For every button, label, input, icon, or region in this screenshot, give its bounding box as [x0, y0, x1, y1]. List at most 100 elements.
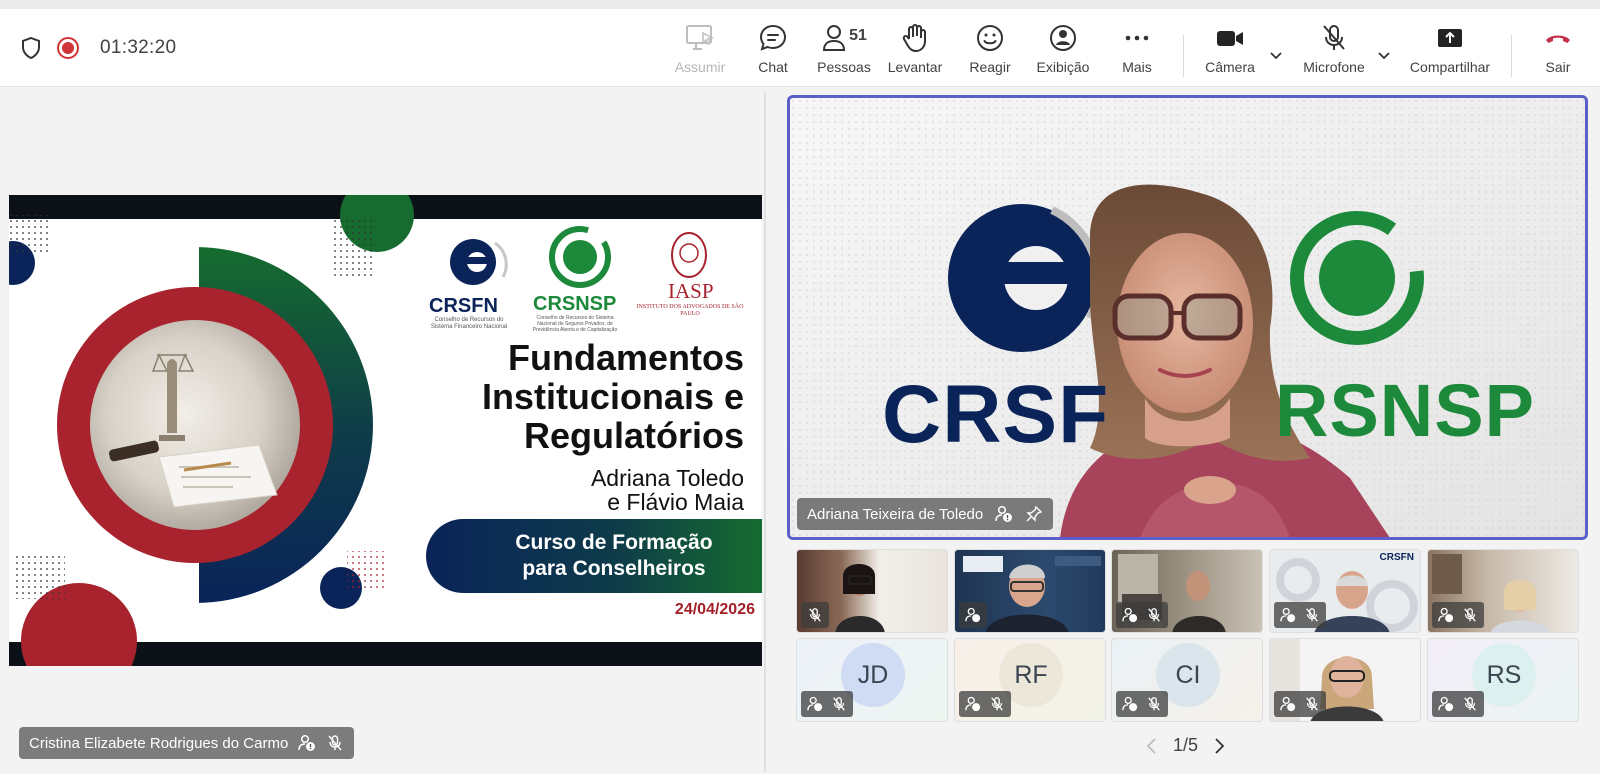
course-line: para Conselheiros	[522, 557, 706, 580]
toolbar-divider	[1511, 35, 1512, 77]
mic-off-icon	[833, 697, 845, 711]
microfone-button[interactable]: Microfone	[1299, 23, 1369, 85]
pessoas-label: Pessoas	[817, 59, 871, 75]
participant-avatar-tile[interactable]: JD	[796, 638, 948, 722]
video-camera-icon	[1217, 31, 1243, 46]
phone-hangup-icon	[1546, 35, 1570, 43]
person-info-icon	[298, 734, 316, 751]
toolbar-divider	[1183, 35, 1184, 77]
shield-icon[interactable]	[20, 36, 42, 60]
recording-icon	[57, 37, 79, 59]
participant-video-tile[interactable]	[1427, 549, 1579, 633]
share-screen-icon	[1438, 29, 1462, 47]
tile-status-badge	[1274, 602, 1326, 628]
person-help-icon	[1122, 696, 1138, 712]
tile-status-badge	[959, 691, 1011, 717]
slide-date: 24/04/2026	[674, 601, 755, 618]
person-info-icon	[1438, 696, 1454, 712]
person-info-icon	[1122, 607, 1138, 623]
participant-avatar-tile[interactable]: CI	[1111, 638, 1263, 722]
reagir-label: Reagir	[969, 59, 1011, 75]
camera-label: Câmera	[1205, 59, 1255, 75]
speaker-name-tag: Adriana Teixeira de Toledo	[797, 498, 1054, 530]
mic-off-icon	[1306, 608, 1318, 622]
participant-video-tile[interactable]: CRSFN	[1269, 549, 1421, 633]
slide-title-line: Institucionais e	[481, 376, 744, 417]
course-line: Curso de Formação	[515, 531, 713, 554]
crsfn-logo-subtitle: Conselho de Recursos do Sistema Financei…	[430, 317, 508, 330]
person-info-icon	[807, 696, 823, 712]
tile-status-badge	[1116, 602, 1168, 628]
assumir-button[interactable]: Assumir	[668, 23, 732, 85]
reagir-button[interactable]: Reagir	[966, 23, 1014, 85]
more-icon	[1125, 35, 1149, 41]
chat-icon	[759, 24, 787, 51]
chevron-left-icon[interactable]	[1145, 737, 1159, 755]
compartilhar-label: Compartilhar	[1409, 59, 1491, 75]
participant-video-tile[interactable]	[954, 549, 1106, 633]
crsfn-logo-text: CRSFN	[429, 295, 498, 317]
mic-off-icon	[991, 697, 1003, 711]
mic-off-icon	[1148, 608, 1160, 622]
slide-title: Fundamentos Institucionais e Regulatório…	[482, 338, 744, 455]
crsnsp-logo-subtitle: Conselho de Recursos do Sistema Nacional…	[532, 315, 618, 333]
sair-button[interactable]: Sair	[1536, 23, 1580, 85]
speaker-video-frame	[790, 98, 1585, 537]
crsnsp-logo-text: CRSNSP	[533, 293, 617, 315]
speaker-name: Adriana Teixeira de Toledo	[807, 505, 984, 523]
mic-chevron-down-icon[interactable]	[1376, 47, 1392, 63]
person-info-icon	[1280, 696, 1296, 712]
mic-off-icon	[328, 735, 342, 751]
exibicao-label: Exibição	[1036, 59, 1090, 75]
person-info-icon	[965, 696, 981, 712]
slide-author-line: e Flávio Maia	[607, 489, 744, 515]
participant-avatar-tile[interactable]: RF	[954, 638, 1106, 722]
raise-hand-icon	[902, 24, 926, 52]
tile-status-badge	[801, 691, 853, 717]
person-info-icon	[995, 505, 1013, 522]
mic-off-icon	[1323, 25, 1345, 50]
participant-video-tile[interactable]	[796, 549, 948, 633]
mic-off-icon	[1464, 608, 1476, 622]
active-speaker-video[interactable]: CRSF RSNSP Adriana Teixeira de Toledo	[787, 95, 1588, 540]
chat-label: Chat	[758, 59, 788, 75]
slide-author-line: Adriana Toledo	[590, 465, 744, 491]
tile-status-badge	[801, 602, 829, 628]
mic-off-icon	[1464, 697, 1476, 711]
pane-divider[interactable]	[764, 92, 766, 772]
person-info-icon	[965, 607, 981, 623]
participant-video-tile[interactable]	[1269, 638, 1421, 722]
meeting-status: 01:32:20	[20, 36, 176, 60]
pin-icon[interactable]	[1025, 505, 1043, 523]
tile-status-badge	[1432, 691, 1484, 717]
exibicao-button[interactable]: Exibição	[1033, 23, 1093, 85]
participant-avatar-tile[interactable]: RS	[1427, 638, 1579, 722]
camera-chevron-down-icon[interactable]	[1268, 47, 1284, 63]
person-info-icon	[1280, 607, 1296, 623]
iasp-logo-text: IASP	[668, 279, 714, 303]
slide-title-line: Regulatórios	[523, 415, 744, 456]
mic-off-icon	[1306, 697, 1318, 711]
mais-button[interactable]: Mais	[1115, 23, 1159, 85]
microfone-label: Microfone	[1303, 59, 1365, 75]
tile-status-badge	[1116, 691, 1168, 717]
gallery-pager: 1/5	[1145, 735, 1226, 756]
chat-button[interactable]: Chat	[751, 23, 795, 85]
levantar-button[interactable]: Levantar	[886, 23, 944, 85]
compartilhar-button[interactable]: Compartilhar	[1405, 23, 1495, 85]
meeting-toolbar: 01:32:20 Assumir Chat 51 Pessoas Levanta…	[0, 0, 1600, 87]
person-info-icon	[1438, 607, 1454, 623]
assumir-label: Assumir	[674, 59, 726, 75]
levantar-label: Levantar	[887, 59, 943, 75]
camera-button[interactable]: Câmera	[1202, 23, 1258, 85]
view-icon	[1050, 25, 1076, 51]
presenter-name: Cristina Elizabete Rodrigues do Carmo	[29, 734, 289, 752]
pessoas-button[interactable]: 51 Pessoas	[815, 23, 873, 85]
iasp-logo-subtitle: INSTITUTO DOS ADVOGADOS DE SÃO PAULO	[636, 304, 744, 317]
presenter-name-tag: Cristina Elizabete Rodrigues do Carmo	[19, 727, 355, 759]
tile-status-badge	[1274, 691, 1326, 717]
page-indicator: 1/5	[1173, 735, 1199, 755]
chevron-right-icon[interactable]	[1212, 737, 1226, 755]
slide-title-line: Fundamentos	[507, 337, 744, 378]
participant-video-tile[interactable]	[1111, 549, 1263, 633]
